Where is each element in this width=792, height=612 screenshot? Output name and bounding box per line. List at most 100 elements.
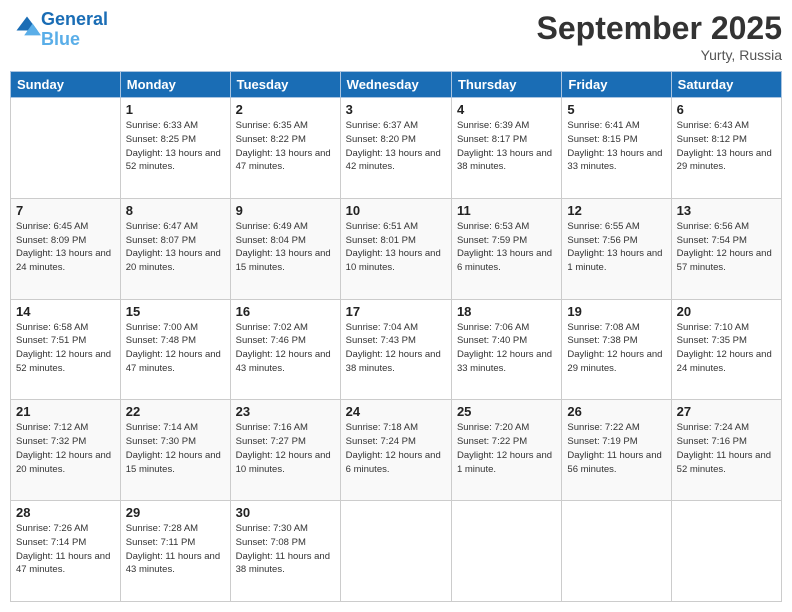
- day-info: Sunrise: 7:30 AM Sunset: 7:08 PM Dayligh…: [236, 522, 335, 577]
- day-number: 18: [457, 304, 556, 319]
- week-row-0: 1 Sunrise: 6:33 AM Sunset: 8:25 PM Daylig…: [11, 98, 782, 199]
- day-info: Sunrise: 7:10 AM Sunset: 7:35 PM Dayligh…: [677, 321, 776, 376]
- day-info: Sunrise: 7:00 AM Sunset: 7:48 PM Dayligh…: [126, 321, 225, 376]
- page: General Blue September 2025 Yurty, Russi…: [0, 0, 792, 612]
- day-number: 24: [346, 404, 446, 419]
- day-number: 3: [346, 102, 446, 117]
- day-cell-3-6: 27Sunrise: 7:24 AM Sunset: 7:16 PM Dayli…: [671, 400, 781, 501]
- col-sunday: Sunday: [11, 72, 121, 98]
- day-number: 6: [677, 102, 776, 117]
- week-row-2: 14 Sunrise: 6:58 AM Sunset: 7:51 PM Dayli…: [11, 299, 782, 400]
- day-cell-2-4: 18 Sunrise: 7:06 AM Sunset: 7:40 PM Dayli…: [451, 299, 561, 400]
- day-number: 1: [126, 102, 225, 117]
- day-cell-3-0: 21 Sunrise: 7:12 AM Sunset: 7:32 PM Dayli…: [11, 400, 121, 501]
- location: Yurty, Russia: [537, 47, 782, 63]
- day-info: Sunrise: 6:33 AM Sunset: 8:25 PM Dayligh…: [126, 119, 225, 174]
- day-info: Sunrise: 6:43 AM Sunset: 8:12 PM Dayligh…: [677, 119, 776, 174]
- col-thursday: Thursday: [451, 72, 561, 98]
- day-cell-0-0: [11, 98, 121, 199]
- day-cell-1-1: 8Sunrise: 6:47 AM Sunset: 8:07 PM Daylig…: [120, 198, 230, 299]
- day-info: Sunrise: 7:28 AM Sunset: 7:11 PM Dayligh…: [126, 522, 225, 577]
- col-friday: Friday: [562, 72, 671, 98]
- day-info: Sunrise: 7:20 AM Sunset: 7:22 PM Dayligh…: [457, 421, 556, 476]
- day-info: Sunrise: 6:35 AM Sunset: 8:22 PM Dayligh…: [236, 119, 335, 174]
- day-cell-2-5: 19 Sunrise: 7:08 AM Sunset: 7:38 PM Dayli…: [562, 299, 671, 400]
- day-info: Sunrise: 7:22 AM Sunset: 7:19 PM Dayligh…: [567, 421, 665, 476]
- day-number: 21: [16, 404, 115, 419]
- day-number: 10: [346, 203, 446, 218]
- day-cell-4-5: [562, 501, 671, 602]
- day-info: Sunrise: 7:06 AM Sunset: 7:40 PM Dayligh…: [457, 321, 556, 376]
- day-cell-1-5: 12 Sunrise: 6:55 AM Sunset: 7:56 PM Dayli…: [562, 198, 671, 299]
- day-cell-3-5: 26 Sunrise: 7:22 AM Sunset: 7:19 PM Dayli…: [562, 400, 671, 501]
- day-cell-1-6: 13 Sunrise: 6:56 AM Sunset: 7:54 PM Dayli…: [671, 198, 781, 299]
- day-number: 7: [16, 203, 115, 218]
- day-cell-1-2: 9 Sunrise: 6:49 AM Sunset: 8:04 PM Daylig…: [230, 198, 340, 299]
- day-cell-0-4: 4 Sunrise: 6:39 AM Sunset: 8:17 PM Daylig…: [451, 98, 561, 199]
- day-info: Sunrise: 6:45 AM Sunset: 8:09 PM Dayligh…: [16, 220, 115, 275]
- day-cell-2-6: 20Sunrise: 7:10 AM Sunset: 7:35 PM Dayli…: [671, 299, 781, 400]
- day-number: 29: [126, 505, 225, 520]
- day-info: Sunrise: 7:04 AM Sunset: 7:43 PM Dayligh…: [346, 321, 446, 376]
- day-info: Sunrise: 7:24 AM Sunset: 7:16 PM Dayligh…: [677, 421, 776, 476]
- col-tuesday: Tuesday: [230, 72, 340, 98]
- day-cell-4-6: [671, 501, 781, 602]
- day-cell-2-3: 17 Sunrise: 7:04 AM Sunset: 7:43 PM Dayli…: [340, 299, 451, 400]
- day-cell-0-2: 2 Sunrise: 6:35 AM Sunset: 8:22 PM Daylig…: [230, 98, 340, 199]
- day-cell-0-1: 1 Sunrise: 6:33 AM Sunset: 8:25 PM Daylig…: [120, 98, 230, 199]
- day-info: Sunrise: 6:56 AM Sunset: 7:54 PM Dayligh…: [677, 220, 776, 275]
- day-number: 15: [126, 304, 225, 319]
- day-info: Sunrise: 7:12 AM Sunset: 7:32 PM Dayligh…: [16, 421, 115, 476]
- day-info: Sunrise: 7:08 AM Sunset: 7:38 PM Dayligh…: [567, 321, 665, 376]
- header: General Blue September 2025 Yurty, Russi…: [10, 10, 782, 63]
- day-number: 17: [346, 304, 446, 319]
- day-info: Sunrise: 6:51 AM Sunset: 8:01 PM Dayligh…: [346, 220, 446, 275]
- day-cell-0-3: 3 Sunrise: 6:37 AM Sunset: 8:20 PM Daylig…: [340, 98, 451, 199]
- day-cell-2-1: 15 Sunrise: 7:00 AM Sunset: 7:48 PM Dayli…: [120, 299, 230, 400]
- logo-text: General Blue: [41, 10, 108, 50]
- day-cell-2-2: 16Sunrise: 7:02 AM Sunset: 7:46 PM Dayli…: [230, 299, 340, 400]
- day-info: Sunrise: 6:41 AM Sunset: 8:15 PM Dayligh…: [567, 119, 665, 174]
- day-number: 23: [236, 404, 335, 419]
- col-monday: Monday: [120, 72, 230, 98]
- day-info: Sunrise: 7:16 AM Sunset: 7:27 PM Dayligh…: [236, 421, 335, 476]
- day-info: Sunrise: 6:58 AM Sunset: 7:51 PM Dayligh…: [16, 321, 115, 376]
- day-number: 22: [126, 404, 225, 419]
- day-cell-4-2: 30Sunrise: 7:30 AM Sunset: 7:08 PM Dayli…: [230, 501, 340, 602]
- day-info: Sunrise: 6:53 AM Sunset: 7:59 PM Dayligh…: [457, 220, 556, 275]
- day-cell-3-3: 24 Sunrise: 7:18 AM Sunset: 7:24 PM Dayli…: [340, 400, 451, 501]
- calendar-table: Sunday Monday Tuesday Wednesday Thursday…: [10, 71, 782, 602]
- day-number: 13: [677, 203, 776, 218]
- day-cell-0-5: 5 Sunrise: 6:41 AM Sunset: 8:15 PM Daylig…: [562, 98, 671, 199]
- day-number: 12: [567, 203, 665, 218]
- day-number: 28: [16, 505, 115, 520]
- day-info: Sunrise: 6:37 AM Sunset: 8:20 PM Dayligh…: [346, 119, 446, 174]
- day-number: 14: [16, 304, 115, 319]
- day-number: 5: [567, 102, 665, 117]
- day-cell-1-4: 11 Sunrise: 6:53 AM Sunset: 7:59 PM Dayli…: [451, 198, 561, 299]
- day-info: Sunrise: 7:02 AM Sunset: 7:46 PM Dayligh…: [236, 321, 335, 376]
- day-cell-1-3: 10 Sunrise: 6:51 AM Sunset: 8:01 PM Dayli…: [340, 198, 451, 299]
- day-info: Sunrise: 7:18 AM Sunset: 7:24 PM Dayligh…: [346, 421, 446, 476]
- day-cell-4-0: 28 Sunrise: 7:26 AM Sunset: 7:14 PM Dayli…: [11, 501, 121, 602]
- col-wednesday: Wednesday: [340, 72, 451, 98]
- day-number: 4: [457, 102, 556, 117]
- day-info: Sunrise: 6:39 AM Sunset: 8:17 PM Dayligh…: [457, 119, 556, 174]
- day-number: 11: [457, 203, 556, 218]
- day-info: Sunrise: 6:49 AM Sunset: 8:04 PM Dayligh…: [236, 220, 335, 275]
- logo-icon: [13, 13, 41, 41]
- day-number: 19: [567, 304, 665, 319]
- day-number: 26: [567, 404, 665, 419]
- day-cell-3-2: 23 Sunrise: 7:16 AM Sunset: 7:27 PM Dayli…: [230, 400, 340, 501]
- day-cell-2-0: 14 Sunrise: 6:58 AM Sunset: 7:51 PM Dayli…: [11, 299, 121, 400]
- header-row: Sunday Monday Tuesday Wednesday Thursday…: [11, 72, 782, 98]
- day-number: 2: [236, 102, 335, 117]
- day-info: Sunrise: 6:55 AM Sunset: 7:56 PM Dayligh…: [567, 220, 665, 275]
- day-info: Sunrise: 7:26 AM Sunset: 7:14 PM Dayligh…: [16, 522, 115, 577]
- col-saturday: Saturday: [671, 72, 781, 98]
- day-number: 9: [236, 203, 335, 218]
- month-title: September 2025: [537, 10, 782, 47]
- day-cell-1-0: 7 Sunrise: 6:45 AM Sunset: 8:09 PM Daylig…: [11, 198, 121, 299]
- day-info: Sunrise: 6:47 AM Sunset: 8:07 PM Dayligh…: [126, 220, 225, 275]
- week-row-1: 7 Sunrise: 6:45 AM Sunset: 8:09 PM Daylig…: [11, 198, 782, 299]
